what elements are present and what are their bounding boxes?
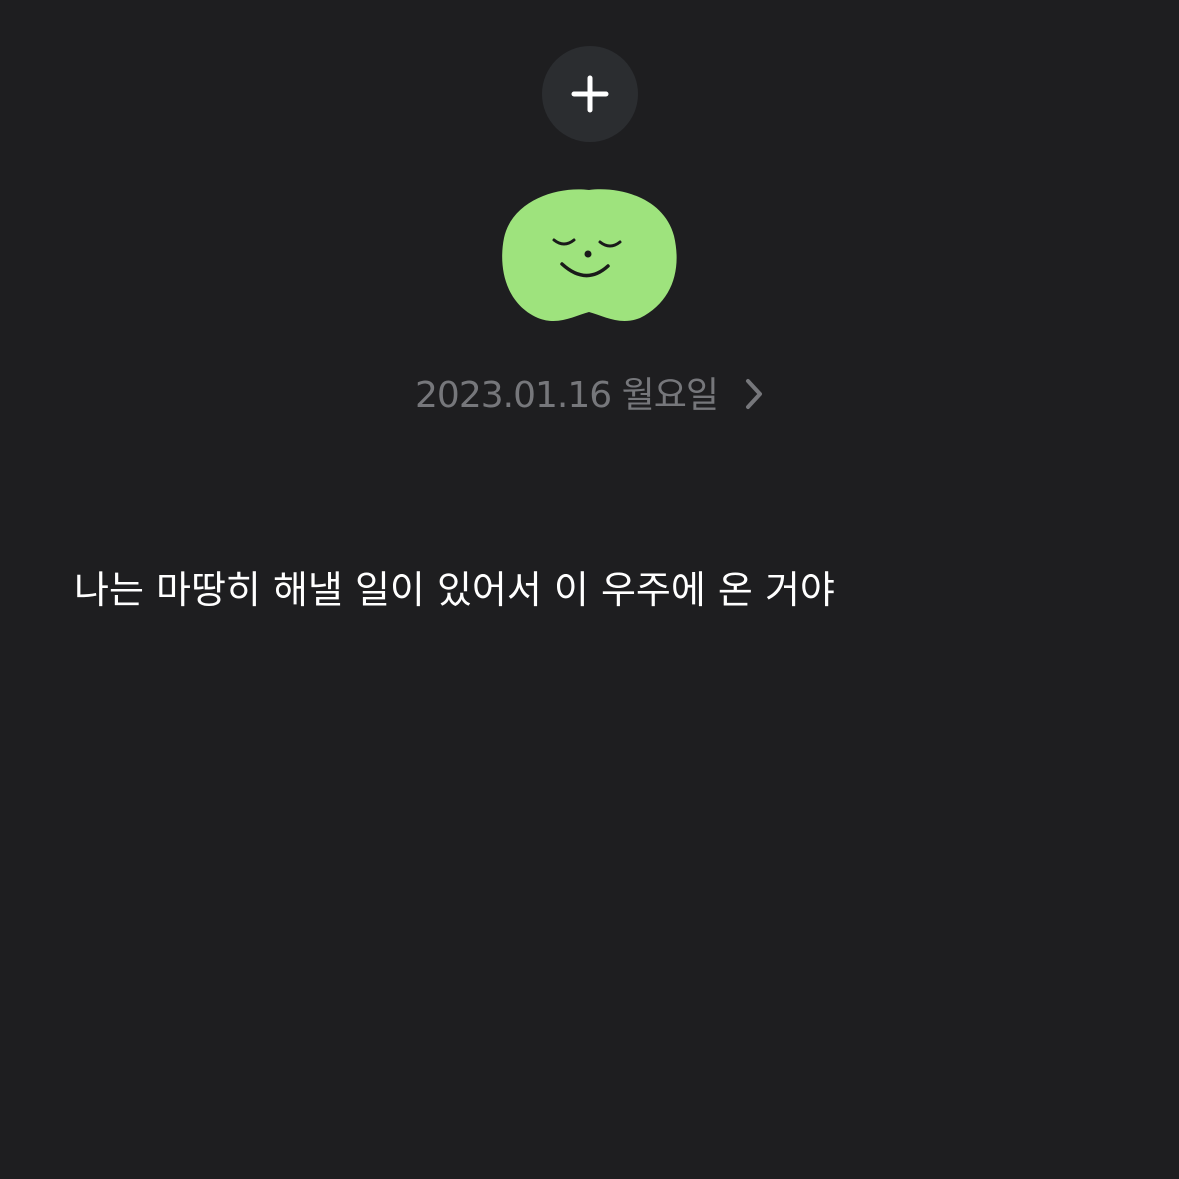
entry-date-link[interactable]: 2023.01.16 월요일 (0, 362, 1179, 422)
entry-body-text: 나는 마땅히 해낼 일이 있어서 이 우주에 온 거야 (74, 568, 835, 612)
add-entry-button[interactable] (542, 46, 638, 142)
chevron-right-icon (745, 379, 762, 409)
entry-date: 2023.01.16 월요일 (415, 375, 719, 416)
mood-icon (502, 189, 677, 322)
plus-icon (571, 75, 609, 113)
